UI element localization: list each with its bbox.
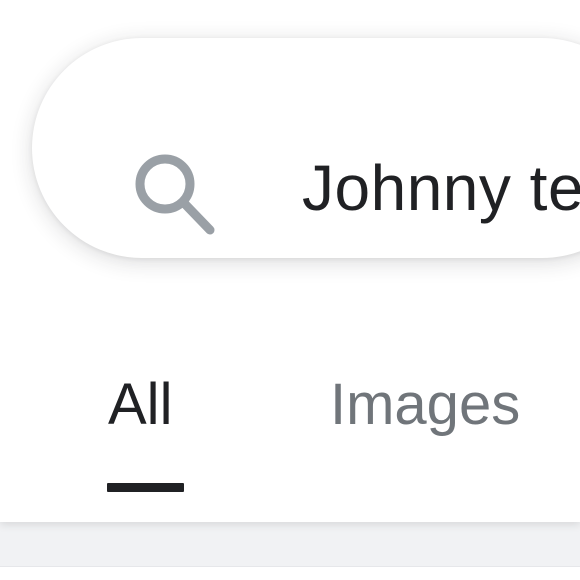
search-results-page: Johnny tes All Images xyxy=(0,0,580,580)
search-tabs: All Images xyxy=(0,370,580,500)
tab-images[interactable]: Images xyxy=(330,370,520,440)
search-bar[interactable]: Johnny tes xyxy=(32,38,580,258)
search-input[interactable]: Johnny tes xyxy=(302,150,580,226)
search-icon[interactable] xyxy=(130,150,216,236)
tab-all[interactable]: All xyxy=(108,370,172,440)
results-header: Johnny tes All Images xyxy=(0,0,580,522)
results-content-edge xyxy=(0,566,580,580)
active-tab-indicator xyxy=(107,483,184,492)
